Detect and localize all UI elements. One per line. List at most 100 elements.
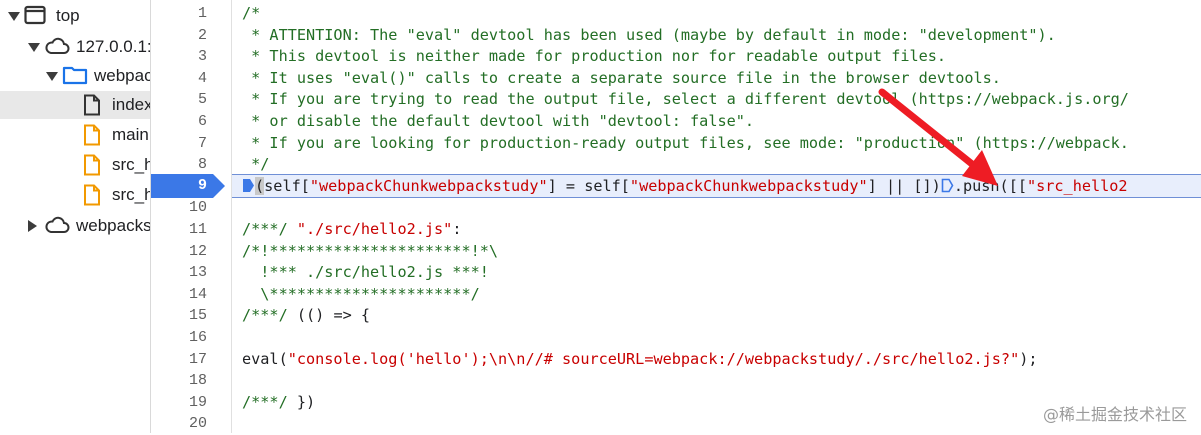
code-line[interactable]: /* (232, 3, 1201, 25)
js-file-icon (82, 154, 102, 181)
inline-breakpoint-icon[interactable] (242, 177, 255, 195)
line-number[interactable]: 19 (151, 392, 207, 414)
line-number[interactable]: 11 (151, 219, 207, 241)
line-number[interactable]: 15 (151, 305, 207, 327)
code-token: * If you are trying to read the output f… (242, 90, 1129, 109)
code-line[interactable]: * This devtool is neither made for produ… (232, 46, 1201, 68)
tree-item-label: webpacks (76, 216, 151, 235)
code-token: eval( (242, 349, 288, 368)
breakpoint-line-number[interactable]: 9 (151, 174, 207, 198)
code-token: "./src/hello2.js" (296, 220, 453, 238)
line-number[interactable]: 14 (151, 284, 207, 306)
tree-item[interactable]: top (0, 2, 150, 30)
code-token: ); (1019, 349, 1038, 368)
collapse-triangle-icon[interactable] (28, 220, 37, 232)
file-icon (82, 94, 102, 121)
code-line[interactable]: * If you are looking for production-read… (232, 133, 1201, 155)
code-line[interactable]: /***/ (() => { (232, 305, 1201, 327)
line-number[interactable]: 17 (151, 349, 207, 371)
window-icon (24, 5, 46, 30)
code-line[interactable] (232, 197, 1201, 219)
line-number[interactable]: 1 (151, 3, 207, 25)
code-token: ( (255, 177, 265, 195)
code-token: * ATTENTION: The "eval" devtool has been… (242, 25, 1056, 44)
code-line[interactable]: */ (232, 154, 1201, 176)
code-token: ] || []) (867, 177, 941, 195)
code-line[interactable] (232, 370, 1201, 392)
expand-triangle-icon[interactable] (8, 12, 20, 21)
code-token: \**********************/ (242, 284, 480, 303)
code-token: !*** ./src/hello2.js ***! (242, 263, 489, 282)
code-token: .push([[ (953, 177, 1027, 195)
line-number[interactable]: 3 (151, 46, 207, 68)
tree-item-label: main (112, 125, 149, 144)
tree-item[interactable]: webpac (0, 62, 150, 90)
code-token: (() => { (296, 306, 371, 325)
code-line[interactable]: /*!**********************!*\ (232, 241, 1201, 263)
code-token: "src_hello2 (1026, 177, 1128, 195)
code-token: /* (242, 4, 261, 22)
tree-item[interactable]: webpacks (0, 212, 150, 240)
inline-breakpoint-icon[interactable] (941, 177, 954, 195)
line-number[interactable]: 4 (151, 68, 207, 90)
line-number[interactable]: 5 (151, 89, 207, 111)
line-number-gutter[interactable]: 1 2 3 4 5 6 7 8 10 11 12 13 14 15 16 17 18 19 20 (151, 0, 232, 433)
tree-item[interactable]: src_h (0, 151, 150, 179)
tree-item-label: webpac (94, 66, 151, 85)
code-token: * or disable the default devtool with "d… (242, 112, 755, 130)
cloud-icon (44, 215, 70, 240)
tree-item-label: index (112, 95, 151, 114)
cloud-icon (44, 36, 70, 61)
code-token: }) (296, 392, 316, 411)
line-number[interactable]: 2 (151, 25, 207, 47)
code-line[interactable]: \**********************/ (232, 284, 1201, 306)
source-code-editor[interactable]: /* * ATTENTION: The "eval" devtool has b… (232, 0, 1201, 433)
tree-item-label: src_h (112, 185, 151, 204)
code-line[interactable]: /***/ "./src/hello2.js": (232, 219, 1201, 241)
line-number[interactable]: 18 (151, 370, 207, 392)
tree-item-label: 127.0.0.1: (76, 37, 151, 56)
code-token: self[ (264, 177, 310, 195)
js-file-icon (82, 124, 102, 151)
code-token: * If you are looking for production-read… (242, 133, 1129, 152)
line-number[interactable]: 7 (151, 133, 207, 155)
code-token: : (452, 220, 462, 238)
tree-item[interactable]: src_h (0, 181, 150, 209)
code-token: */ (242, 155, 270, 174)
code-token: /***/ (242, 306, 297, 325)
file-navigator: top 127.0.0.1: webpac index main src_h src_hwe… (0, 0, 151, 433)
tree-item[interactable]: index (0, 91, 150, 119)
code-token: /*!**********************!*\ (242, 241, 499, 260)
code-line[interactable]: * or disable the default devtool with "d… (232, 111, 1201, 133)
code-token: * This devtool is neither made for produ… (242, 47, 947, 66)
code-token: "console.log('hello');\n\n//# sourceURL=… (287, 349, 1020, 368)
line-number[interactable]: 8 (151, 154, 207, 176)
expand-triangle-icon[interactable] (46, 72, 58, 81)
line-number[interactable]: 12 (151, 241, 207, 263)
tree-item-label: top (56, 6, 80, 25)
line-number[interactable]: 13 (151, 262, 207, 284)
code-line[interactable]: * If you are trying to read the output f… (232, 89, 1201, 111)
line-number[interactable]: 10 (151, 197, 207, 219)
code-token: * It uses "eval()" calls to create a sep… (242, 68, 1001, 87)
code-token: "webpackChunkwebpackstudy" (629, 177, 868, 195)
line-number[interactable]: 6 (151, 111, 207, 133)
code-line[interactable]: !*** ./src/hello2.js ***! (232, 262, 1201, 284)
paused-code-line[interactable]: (self["webpackChunkwebpackstudy"] = self… (232, 174, 1201, 198)
code-token: /***/ (242, 220, 297, 238)
tree-item-label: src_h (112, 155, 151, 174)
code-line[interactable]: * It uses "eval()" calls to create a sep… (232, 68, 1201, 90)
expand-triangle-icon[interactable] (28, 43, 40, 52)
code-token: "webpackChunkwebpackstudy" (309, 177, 548, 195)
folder-icon (62, 65, 88, 90)
code-line[interactable] (232, 327, 1201, 349)
line-number[interactable]: 16 (151, 327, 207, 349)
code-line[interactable]: eval("console.log('hello');\n\n//# sourc… (232, 349, 1201, 371)
tree-item[interactable]: main (0, 121, 150, 149)
watermark: @稀土掘金技术社区 (1042, 405, 1187, 424)
code-token: ] = self[ (547, 177, 630, 195)
code-token: /***/ (242, 392, 297, 411)
code-line[interactable]: * ATTENTION: The "eval" devtool has been… (232, 25, 1201, 47)
line-number[interactable]: 20 (151, 413, 207, 435)
tree-item[interactable]: 127.0.0.1: (0, 33, 150, 61)
